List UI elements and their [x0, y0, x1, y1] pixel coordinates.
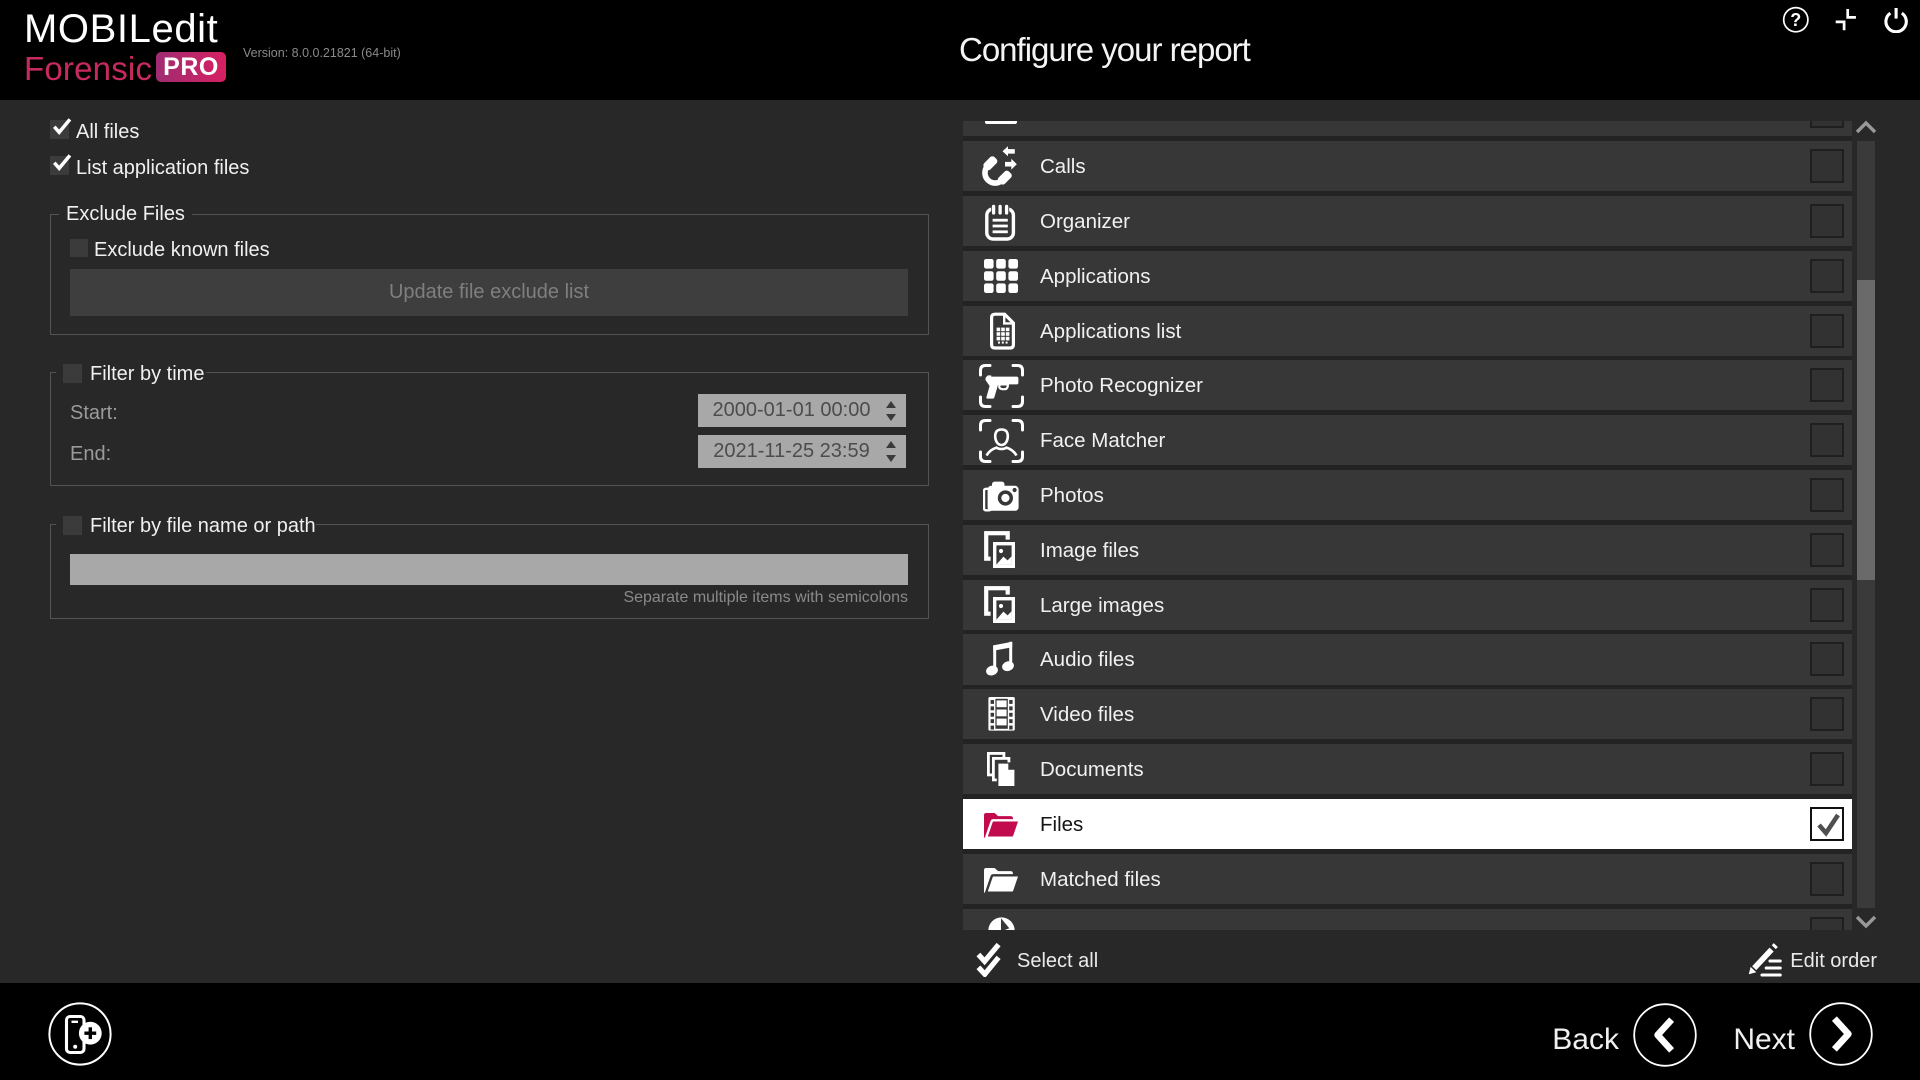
svg-text:?: ? [1790, 10, 1801, 30]
